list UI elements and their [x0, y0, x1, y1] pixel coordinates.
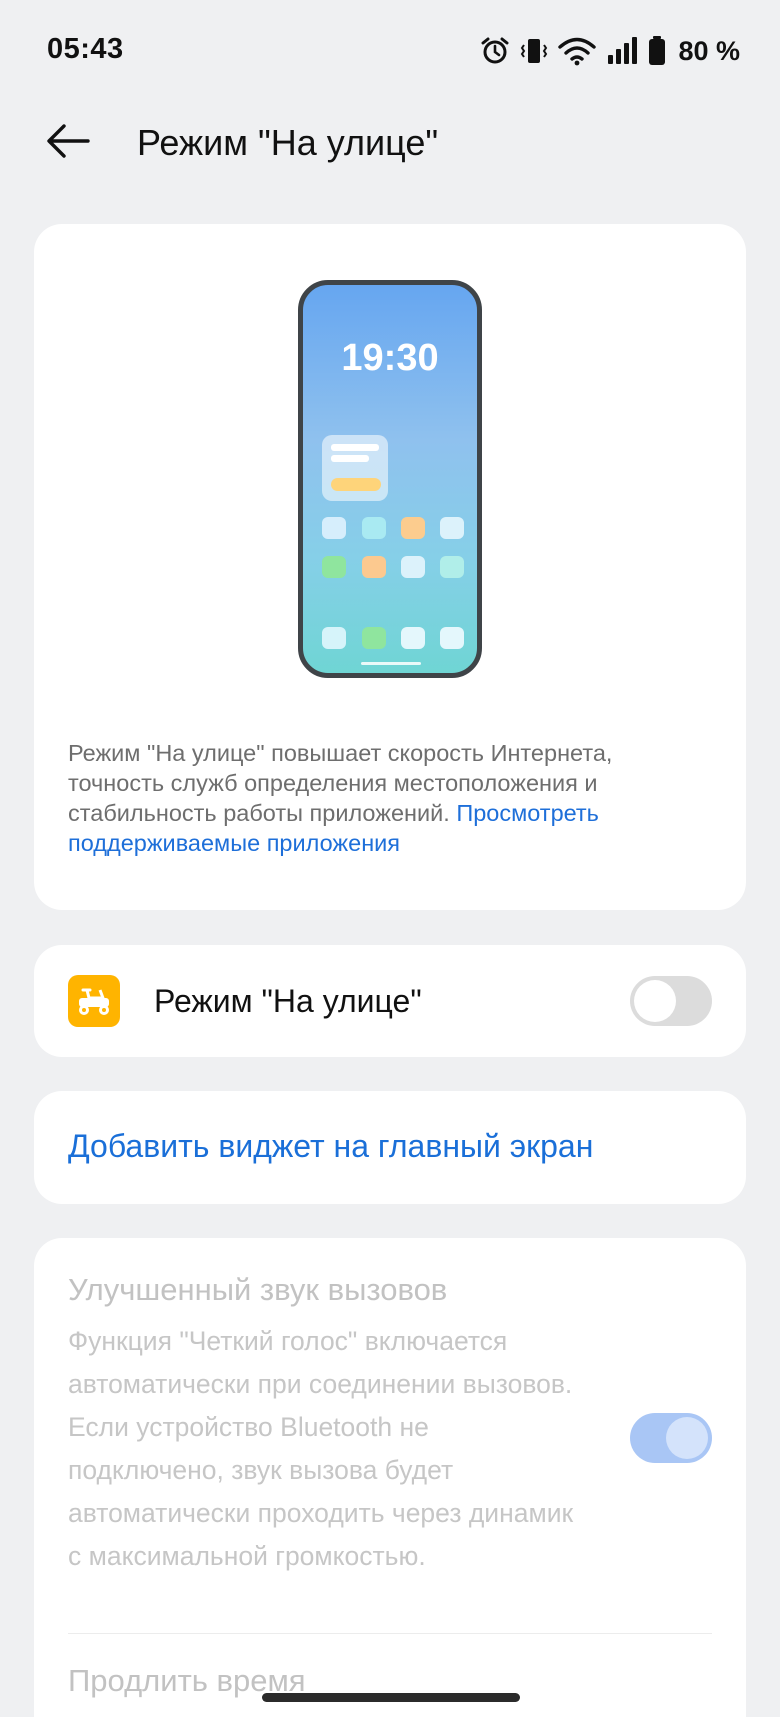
vibrate-icon — [520, 36, 548, 66]
alarm-icon — [480, 36, 510, 66]
app-icon — [401, 556, 425, 578]
switch-knob — [666, 1417, 708, 1459]
wifi-icon — [558, 36, 597, 66]
scooter-icon — [68, 975, 120, 1027]
hero-description: Режим "На улице" повышает скорость Интер… — [68, 738, 708, 858]
enhanced-calls-card: Улучшенный звук вызовов Функция "Четкий … — [34, 1238, 746, 1717]
signal-icon — [606, 36, 638, 66]
back-arrow-icon — [44, 121, 92, 166]
page-title: Режим "На улице" — [137, 122, 439, 163]
switch-knob — [634, 980, 676, 1022]
outdoor-mode-card: Режим "На улице" — [34, 945, 746, 1057]
hero-card: 19:30 Режим "На улице" повышает скорость… — [34, 224, 746, 910]
header: Режим "На улице" — [0, 110, 780, 176]
app-icon — [322, 556, 346, 578]
enhanced-calls-switch[interactable] — [630, 1413, 712, 1463]
status-icons: 80 % — [480, 34, 740, 68]
navigation-handle[interactable] — [262, 1693, 520, 1702]
enhanced-calls-description: Функция "Четкий голос" включается автома… — [68, 1326, 574, 1571]
app-icon — [362, 627, 386, 649]
phone-illustration: 19:30 — [298, 280, 482, 678]
status-time: 05:43 — [47, 33, 124, 65]
phone-clock: 19:30 — [341, 337, 439, 379]
app-icon — [440, 627, 464, 649]
app-icon — [440, 556, 464, 578]
phone-home-bar — [361, 662, 421, 665]
outdoor-mode-label: Режим "На улице" — [154, 983, 422, 1019]
divider — [68, 1633, 712, 1634]
app-icon — [440, 517, 464, 539]
app-icon — [322, 627, 346, 649]
app-icon — [401, 517, 425, 539]
app-icon — [322, 517, 346, 539]
app-icon — [401, 627, 425, 649]
add-widget-card: Добавить виджет на главный экран — [34, 1091, 746, 1204]
app-icon — [362, 556, 386, 578]
outdoor-mode-switch[interactable] — [630, 976, 712, 1026]
status-bar: 05:43 80 % — [0, 0, 780, 100]
battery-percent: 80 % — [678, 35, 740, 66]
phone-widget — [322, 435, 388, 501]
back-button[interactable] — [38, 118, 98, 168]
app-icon — [362, 517, 386, 539]
enhanced-calls-title: Улучшенный звук вызовов — [68, 1272, 448, 1307]
add-widget-link[interactable]: Добавить виджет на главный экран — [68, 1128, 593, 1165]
battery-icon — [648, 36, 666, 66]
